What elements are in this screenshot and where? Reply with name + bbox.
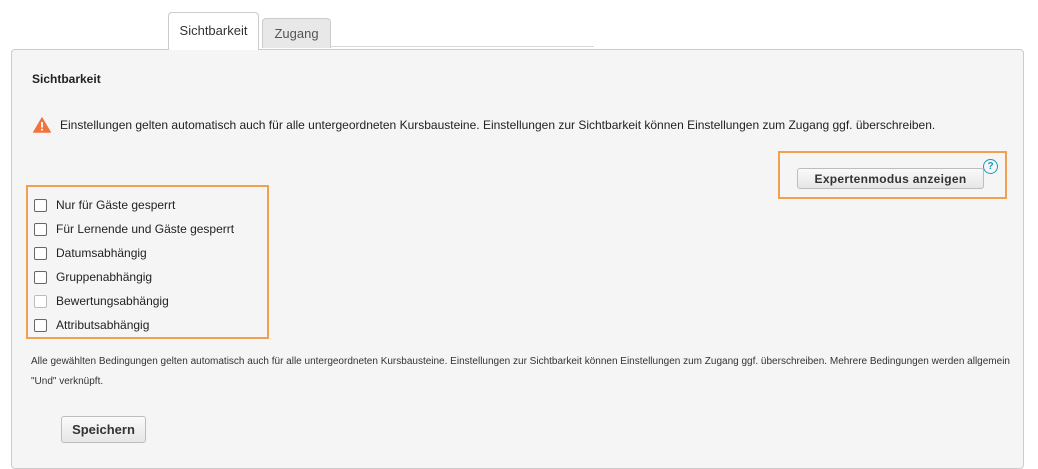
expert-mode-button[interactable]: Expertenmodus anzeigen <box>797 168 984 189</box>
expert-mode-highlight: Expertenmodus anzeigen ? <box>778 151 1007 199</box>
condition-group-dependent[interactable]: Gruppenabhängig <box>34 268 152 286</box>
tab-divider <box>331 46 594 47</box>
save-button[interactable]: Speichern <box>61 416 146 443</box>
warning-triangle-icon <box>33 117 51 133</box>
checkbox[interactable] <box>34 246 47 260</box>
warning-text: Einstellungen gelten automatisch auch fü… <box>60 118 936 132</box>
help-circle-icon[interactable]: ? <box>983 159 998 174</box>
warning-message: Einstellungen gelten automatisch auch fü… <box>33 117 935 133</box>
condition-date-dependent[interactable]: Datumsabhängig <box>34 244 147 262</box>
tab-zugang[interactable]: Zugang <box>262 18 331 48</box>
section-title: Sichtbarkeit <box>32 72 101 86</box>
checkbox-label: Nur für Gäste gesperrt <box>56 198 176 212</box>
checkbox-label: Attributsabhängig <box>56 318 150 332</box>
condition-assessment-dependent: Bewertungsabhängig <box>34 292 169 310</box>
checkbox-label: Für Lernende und Gäste gesperrt <box>56 222 235 236</box>
checkbox-label: Datumsabhängig <box>56 246 147 260</box>
conditions-highlight: Nur für Gäste gesperrt Für Lernende und … <box>26 185 269 339</box>
condition-learners-guests-blocked[interactable]: Für Lernende und Gäste gesperrt <box>34 220 234 238</box>
checkbox[interactable] <box>34 318 47 332</box>
condition-guests-blocked[interactable]: Nur für Gäste gesperrt <box>34 196 175 214</box>
tab-sichtbarkeit[interactable]: Sichtbarkeit <box>168 12 259 50</box>
visibility-panel: Sichtbarkeit Einstellungen gelten automa… <box>11 49 1024 469</box>
checkbox[interactable] <box>34 222 47 236</box>
condition-attribute-dependent[interactable]: Attributsabhängig <box>34 316 149 334</box>
checkbox-disabled <box>34 294 47 308</box>
checkbox[interactable] <box>34 198 47 212</box>
conditions-note: Alle gewählten Bedingungen gelten automa… <box>31 356 1010 387</box>
checkbox-label: Gruppenabhängig <box>56 270 153 284</box>
checkbox[interactable] <box>34 270 47 284</box>
checkbox-label: Bewertungsabhängig <box>56 294 169 308</box>
